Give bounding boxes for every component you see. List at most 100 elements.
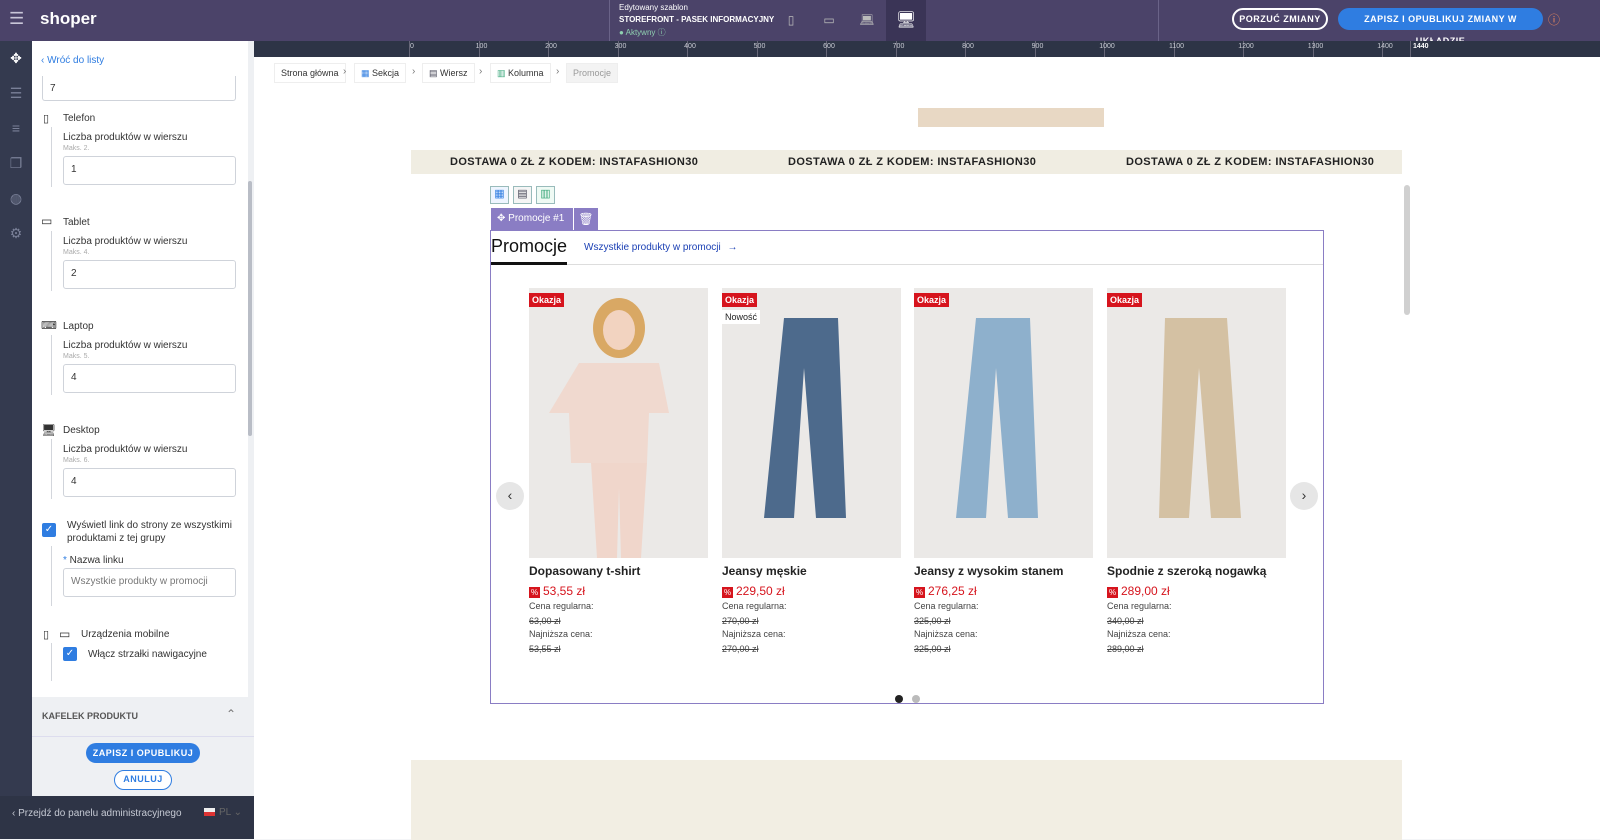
product-card[interactable]: Okazja Dopasowany t-shirt % 53,55 zł Cena… — [529, 288, 708, 654]
lowest-price-label: Najniższa cena: — [1107, 629, 1171, 639]
sale-badge: Okazja — [914, 293, 950, 307]
sale-badge: Okazja — [722, 293, 758, 307]
ruler-label: 600 — [823, 43, 835, 50]
tablet-products-input[interactable]: 2 — [63, 260, 236, 289]
status-badge: ● Aktywny ⓘ — [619, 28, 666, 37]
ruler-tick: 200 — [545, 41, 557, 57]
field-hint: Maks. 4. — [63, 249, 90, 256]
menu-icon[interactable]: ☰ — [9, 9, 24, 29]
arrows-checkbox[interactable]: ✓ — [63, 647, 77, 661]
ruler-label: 900 — [1031, 43, 1044, 50]
product-card[interactable]: Okazja Spodnie z szeroką nogawką % 289,00… — [1107, 288, 1286, 654]
ruler-tick: 800 — [962, 41, 974, 57]
regular-price-label: Cena regularna: — [914, 601, 979, 611]
field-label: Liczba produktów w wierszu — [63, 236, 188, 247]
product-name[interactable]: Jeansy męskie — [722, 564, 901, 578]
chevron-up-icon[interactable]: ⌃ — [226, 707, 236, 721]
admin-panel-link[interactable]: ‹ Przejdź do panelu administracyjnego — [12, 808, 182, 819]
product-name[interactable]: Jeansy z wysokim stanem — [914, 564, 1093, 578]
value-field[interactable]: 7 — [42, 76, 236, 101]
regular-price-label: Cena regularna: — [1107, 601, 1172, 611]
carousel-dot[interactable] — [912, 695, 920, 703]
info-bar: DOSTAWA 0 ZŁ Z KODEM: INSTAFASHION30 DOS… — [411, 150, 1402, 174]
product-card[interactable]: Okazja Nowość Jeansy męskie % 229,50 zł Ce… — [722, 288, 901, 654]
ruler-label: 1000 — [1099, 43, 1115, 50]
delete-icon[interactable]: 🗑︎ — [574, 208, 598, 230]
next-arrow-button[interactable]: › — [1290, 482, 1318, 510]
desktop-products-input[interactable]: 4 — [63, 468, 236, 497]
price-value: 276,25 zł — [928, 584, 977, 598]
product-tile-section[interactable]: KAFELEK PRODUKTU — [42, 711, 138, 721]
ruler-label: 100 — [475, 43, 488, 50]
ruler-label: 200 — [545, 43, 557, 50]
device-phone-button[interactable]: ▯ — [772, 0, 810, 41]
field-hint: Maks. 2. — [63, 145, 90, 152]
product-name[interactable]: Dopasowany t-shirt — [529, 564, 708, 578]
regular-price: 325,00 zł — [914, 616, 951, 626]
breadcrumb-current: Promocje — [566, 63, 619, 83]
move-icon[interactable]: ✥ — [0, 41, 32, 76]
discount-icon: % — [914, 587, 925, 598]
regular-price-label: Cena regularna: — [722, 601, 787, 611]
product-card[interactable]: Okazja Jeansy z wysokim stanem % 276,25 z… — [914, 288, 1093, 654]
settings-panel: ‹ Wróć do listy 7 ▯ Telefon Liczba produ… — [32, 41, 254, 813]
breadcrumb-column[interactable]: ▥ Kolumna — [490, 63, 551, 83]
pages-icon[interactable]: ❐ — [0, 146, 32, 181]
ruler-tick: 900 — [1032, 41, 1043, 57]
breadcrumb-section[interactable]: ▦ Sekcja — [354, 63, 407, 83]
product-name[interactable]: Spodnie z szeroką nogawką — [1107, 564, 1286, 578]
ruler-tick: 100 — [476, 41, 487, 57]
info-bar-text: DOSTAWA 0 ZŁ Z KODEM: INSTAFASHION30 — [450, 156, 699, 168]
product-image — [956, 318, 1038, 518]
discount-icon: % — [1107, 587, 1118, 598]
ruler-tick: 600 — [823, 41, 835, 57]
ruler-label: 1400 — [1377, 43, 1393, 50]
device-laptop-button[interactable]: 💻︎ — [848, 0, 886, 41]
ruler-label: 0 — [410, 43, 414, 50]
prev-arrow-button[interactable]: ‹ — [496, 482, 524, 510]
column-icon: ▥ — [497, 68, 506, 78]
lowest-price: 53,55 zł — [529, 644, 561, 654]
ruler-tick: 1000 — [1099, 41, 1115, 57]
info-bar-text: DOSTAWA 0 ZŁ Z KODEM: INSTAFASHION30 — [1126, 156, 1375, 168]
canvas-scrollbar[interactable] — [1404, 185, 1410, 315]
layers-icon[interactable]: ≡ — [0, 111, 32, 146]
settings-icon[interactable]: ⚙ — [0, 216, 32, 251]
show-link-checkbox[interactable]: ✓ — [42, 523, 56, 537]
back-link[interactable]: ‹ Wróć do listy — [41, 55, 104, 66]
all-products-link[interactable]: Wszystkie produkty w promocji → — [584, 242, 737, 253]
layout-section-button[interactable]: ▦ — [490, 186, 509, 204]
breadcrumb-row[interactable]: ▤ Wiersz — [422, 63, 475, 83]
lowest-price-label: Najniższa cena: — [529, 629, 593, 639]
carousel-dot-active[interactable] — [895, 695, 903, 703]
save-publish-button[interactable]: ZAPISZ I OPUBLIKUJ — [86, 743, 200, 763]
flag-icon — [204, 808, 215, 816]
publish-button[interactable]: ZAPISZ I OPUBLIKUJ ZMIANY W UKŁADZIE — [1338, 8, 1543, 46]
palette-icon[interactable]: ◍ — [0, 181, 32, 216]
show-link-label: Wyświetl link do strony ze wszystkimi pr… — [67, 520, 232, 544]
lowest-price: 325,00 zł — [914, 644, 951, 654]
device-desktop-button[interactable]: 🖥︎ — [886, 0, 926, 41]
layout-row-button[interactable]: ▤ — [513, 186, 532, 204]
regular-price: 340,00 zł — [1107, 616, 1144, 626]
device-tablet-button[interactable]: ▭ — [810, 0, 848, 41]
phone-icon: ▯ — [43, 113, 50, 125]
discount-icon: % — [722, 587, 733, 598]
language-select[interactable]: PL ⌄ — [219, 807, 242, 818]
cancel-button[interactable]: ANULUJ — [114, 770, 172, 790]
breadcrumb-home[interactable]: Strona główna — [274, 63, 346, 83]
lowest-price-label: Najniższa cena: — [722, 629, 786, 639]
product-price: % 276,25 zł — [914, 584, 1093, 598]
phone-products-input[interactable]: 1 — [63, 156, 236, 185]
layout-column-button[interactable]: ▥ — [536, 186, 555, 204]
lowest-price: 270,00 zł — [722, 644, 759, 654]
laptop-products-input[interactable]: 4 — [63, 364, 236, 393]
desktop-icon: 🖥︎ — [41, 423, 57, 437]
panel-scrollbar[interactable] — [248, 181, 252, 436]
ruler-label: 300 — [614, 43, 627, 50]
sections-icon[interactable]: ☰ — [0, 76, 32, 111]
field-label: Liczba produktów w wierszu — [63, 340, 188, 351]
module-tag[interactable]: ✥ Promocje #1 — [491, 208, 573, 230]
link-name-input[interactable]: Wszystkie produkty w promocji — [63, 568, 236, 597]
discard-button[interactable]: PORZUĆ ZMIANY — [1232, 8, 1328, 30]
